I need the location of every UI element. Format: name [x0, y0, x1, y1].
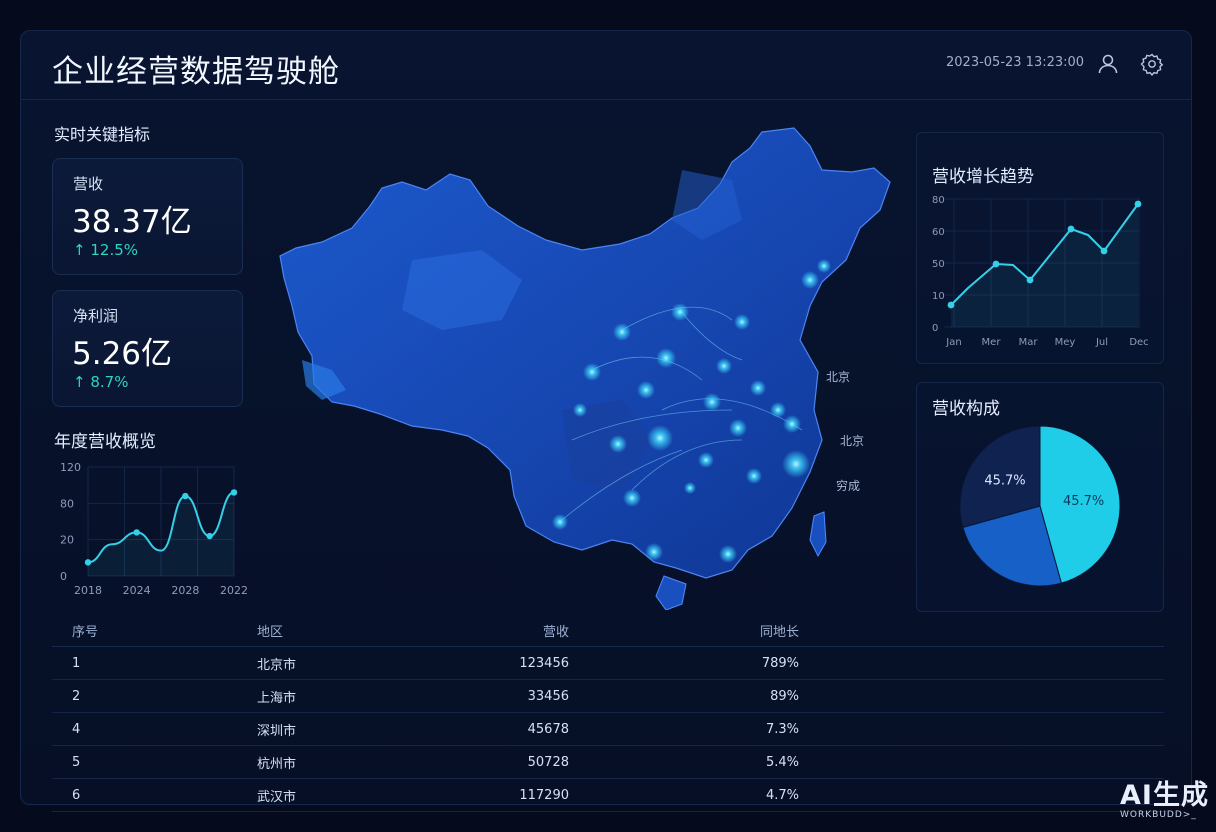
data-point	[84, 559, 92, 566]
kpi-change: ↑ 12.5%	[73, 241, 138, 259]
kpi-change-value: 8.7%	[90, 373, 129, 391]
x-tick-label: 2024	[123, 584, 151, 597]
kpi-change: ↑ 8.7%	[73, 373, 128, 391]
cell-growth: 5.4%	[569, 745, 800, 779]
user-icon[interactable]	[1096, 52, 1120, 76]
annual-chart-title: 年度营收概览	[54, 432, 156, 452]
cell-revenue: 50728	[464, 745, 569, 779]
map-city-label: 北京	[840, 434, 865, 448]
annual-revenue-chart: 120 80 20 0 2018 2024 2028 2022	[60, 461, 248, 597]
y-tick-label: 0	[60, 570, 67, 583]
y-tick-label: 0	[932, 323, 938, 334]
kpi-card-revenue: 营收 38.37亿 ↑ 12.5%	[52, 158, 243, 275]
pie-slice-label: 45.7%	[1063, 494, 1104, 509]
y-tick-label: 80	[60, 497, 74, 510]
kpi-value: 5.26亿	[72, 336, 173, 372]
data-point	[230, 489, 238, 496]
data-point	[947, 301, 955, 309]
cell-revenue: 33456	[464, 679, 569, 713]
data-point	[1134, 200, 1142, 208]
table-row[interactable]: 6 武汉市 117290 4.7%	[52, 778, 1164, 812]
kpi-section-title: 实时关键指标	[54, 125, 151, 144]
cell-region: 上海市	[257, 679, 464, 713]
table-row[interactable]: 4 深圳市 45678 7.3%	[52, 712, 1164, 746]
arrow-up-icon: ↑	[73, 241, 86, 259]
china-map[interactable]	[262, 110, 912, 610]
col-header-index: 序号	[52, 614, 257, 647]
cell-growth: 89%	[569, 679, 800, 713]
cell-region: 武汉市	[257, 778, 464, 812]
kpi-label: 净利润	[73, 307, 119, 325]
growth-trend-chart: 80 60 50 10 0 Jan Mer Mar Mey Jul Dec	[932, 195, 1149, 348]
kpi-value: 38.37亿	[72, 204, 192, 240]
kpi-change-value: 12.5%	[90, 241, 139, 259]
line-area	[951, 204, 1138, 327]
cell-revenue: 45678	[464, 712, 569, 746]
data-point	[182, 492, 189, 500]
y-tick-label: 60	[932, 227, 945, 238]
x-tick-label: Dec	[1129, 337, 1148, 348]
cell-revenue: 123456	[464, 646, 569, 680]
cell-index: 1	[52, 646, 257, 680]
cell-region: 杭州市	[257, 745, 464, 779]
cell-region: 北京市	[257, 646, 464, 680]
x-tick-label: Jan	[945, 337, 961, 348]
x-tick-label: 2028	[171, 584, 199, 597]
x-tick-label: Jul	[1095, 337, 1108, 348]
data-point	[1026, 276, 1034, 284]
datetime-display: 2023-05-23 13:23:00	[946, 55, 1085, 70]
x-tick-label: Mer	[982, 337, 1002, 348]
cell-revenue: 117290	[464, 778, 569, 812]
col-header-growth: 同地长	[569, 614, 800, 647]
arrow-up-icon: ↑	[73, 373, 86, 391]
page-title: 企业经营数据驾驶舱	[52, 54, 340, 90]
table-row[interactable]: 5 杭州市 50728 5.4%	[52, 745, 1164, 779]
region-revenue-table: 序号 地区 营收 同地长 1 北京市 123456 789% 2 上海市 334…	[52, 614, 1164, 812]
watermark-sub: WORKBUDD>_	[1120, 810, 1197, 820]
cell-index: 4	[52, 712, 257, 746]
col-header-revenue: 营收	[464, 614, 569, 647]
x-tick-label: Mar	[1019, 337, 1039, 348]
cell-index: 2	[52, 679, 257, 713]
cell-index: 5	[52, 745, 257, 779]
pie-slice-label: 45.7%	[984, 473, 1025, 488]
ai-watermark: AI生成 WORKBUDD>_	[1120, 780, 1209, 821]
map-city-label: 穷成	[836, 479, 861, 493]
table-row[interactable]: 1 北京市 123456 789%	[52, 646, 1164, 680]
composition-pie-chart: 45.7% 45.7%	[959, 425, 1121, 587]
cell-region: 深圳市	[257, 712, 464, 746]
x-tick-label: Mey	[1055, 337, 1076, 348]
col-header-region: 地区	[257, 614, 464, 647]
map-city-label: 北京	[826, 370, 851, 384]
cell-growth: 789%	[569, 646, 800, 680]
growth-chart-title: 营收增长趋势	[932, 167, 1034, 187]
header-bar: 企业经营数据驾驶舱 2023-05-23 13:23:00	[20, 30, 1192, 100]
x-tick-label: 2022	[220, 584, 248, 597]
cell-growth: 4.7%	[569, 778, 800, 812]
y-tick-label: 50	[932, 259, 945, 270]
cell-growth: 7.3%	[569, 712, 800, 746]
y-tick-label: 80	[932, 195, 945, 206]
kpi-card-profit: 净利润 5.26亿 ↑ 8.7%	[52, 290, 243, 407]
data-point	[992, 260, 1000, 268]
gear-icon[interactable]	[1140, 52, 1164, 76]
cell-index: 6	[52, 778, 257, 812]
y-tick-label: 10	[932, 291, 945, 302]
data-point	[1100, 247, 1108, 255]
data-point	[206, 532, 213, 540]
y-tick-label: 120	[60, 461, 81, 474]
kpi-label: 营收	[73, 175, 104, 193]
data-point	[1067, 225, 1075, 233]
y-tick-label: 20	[60, 534, 74, 547]
table-row[interactable]: 2 上海市 33456 89%	[52, 679, 1164, 713]
table-header-row: 序号 地区 营收 同地长	[52, 614, 1164, 647]
data-point	[133, 529, 140, 536]
watermark-main: AI生成	[1120, 780, 1209, 811]
composition-chart-title: 营收构成	[932, 399, 1000, 419]
x-tick-label: 2018	[74, 584, 102, 597]
